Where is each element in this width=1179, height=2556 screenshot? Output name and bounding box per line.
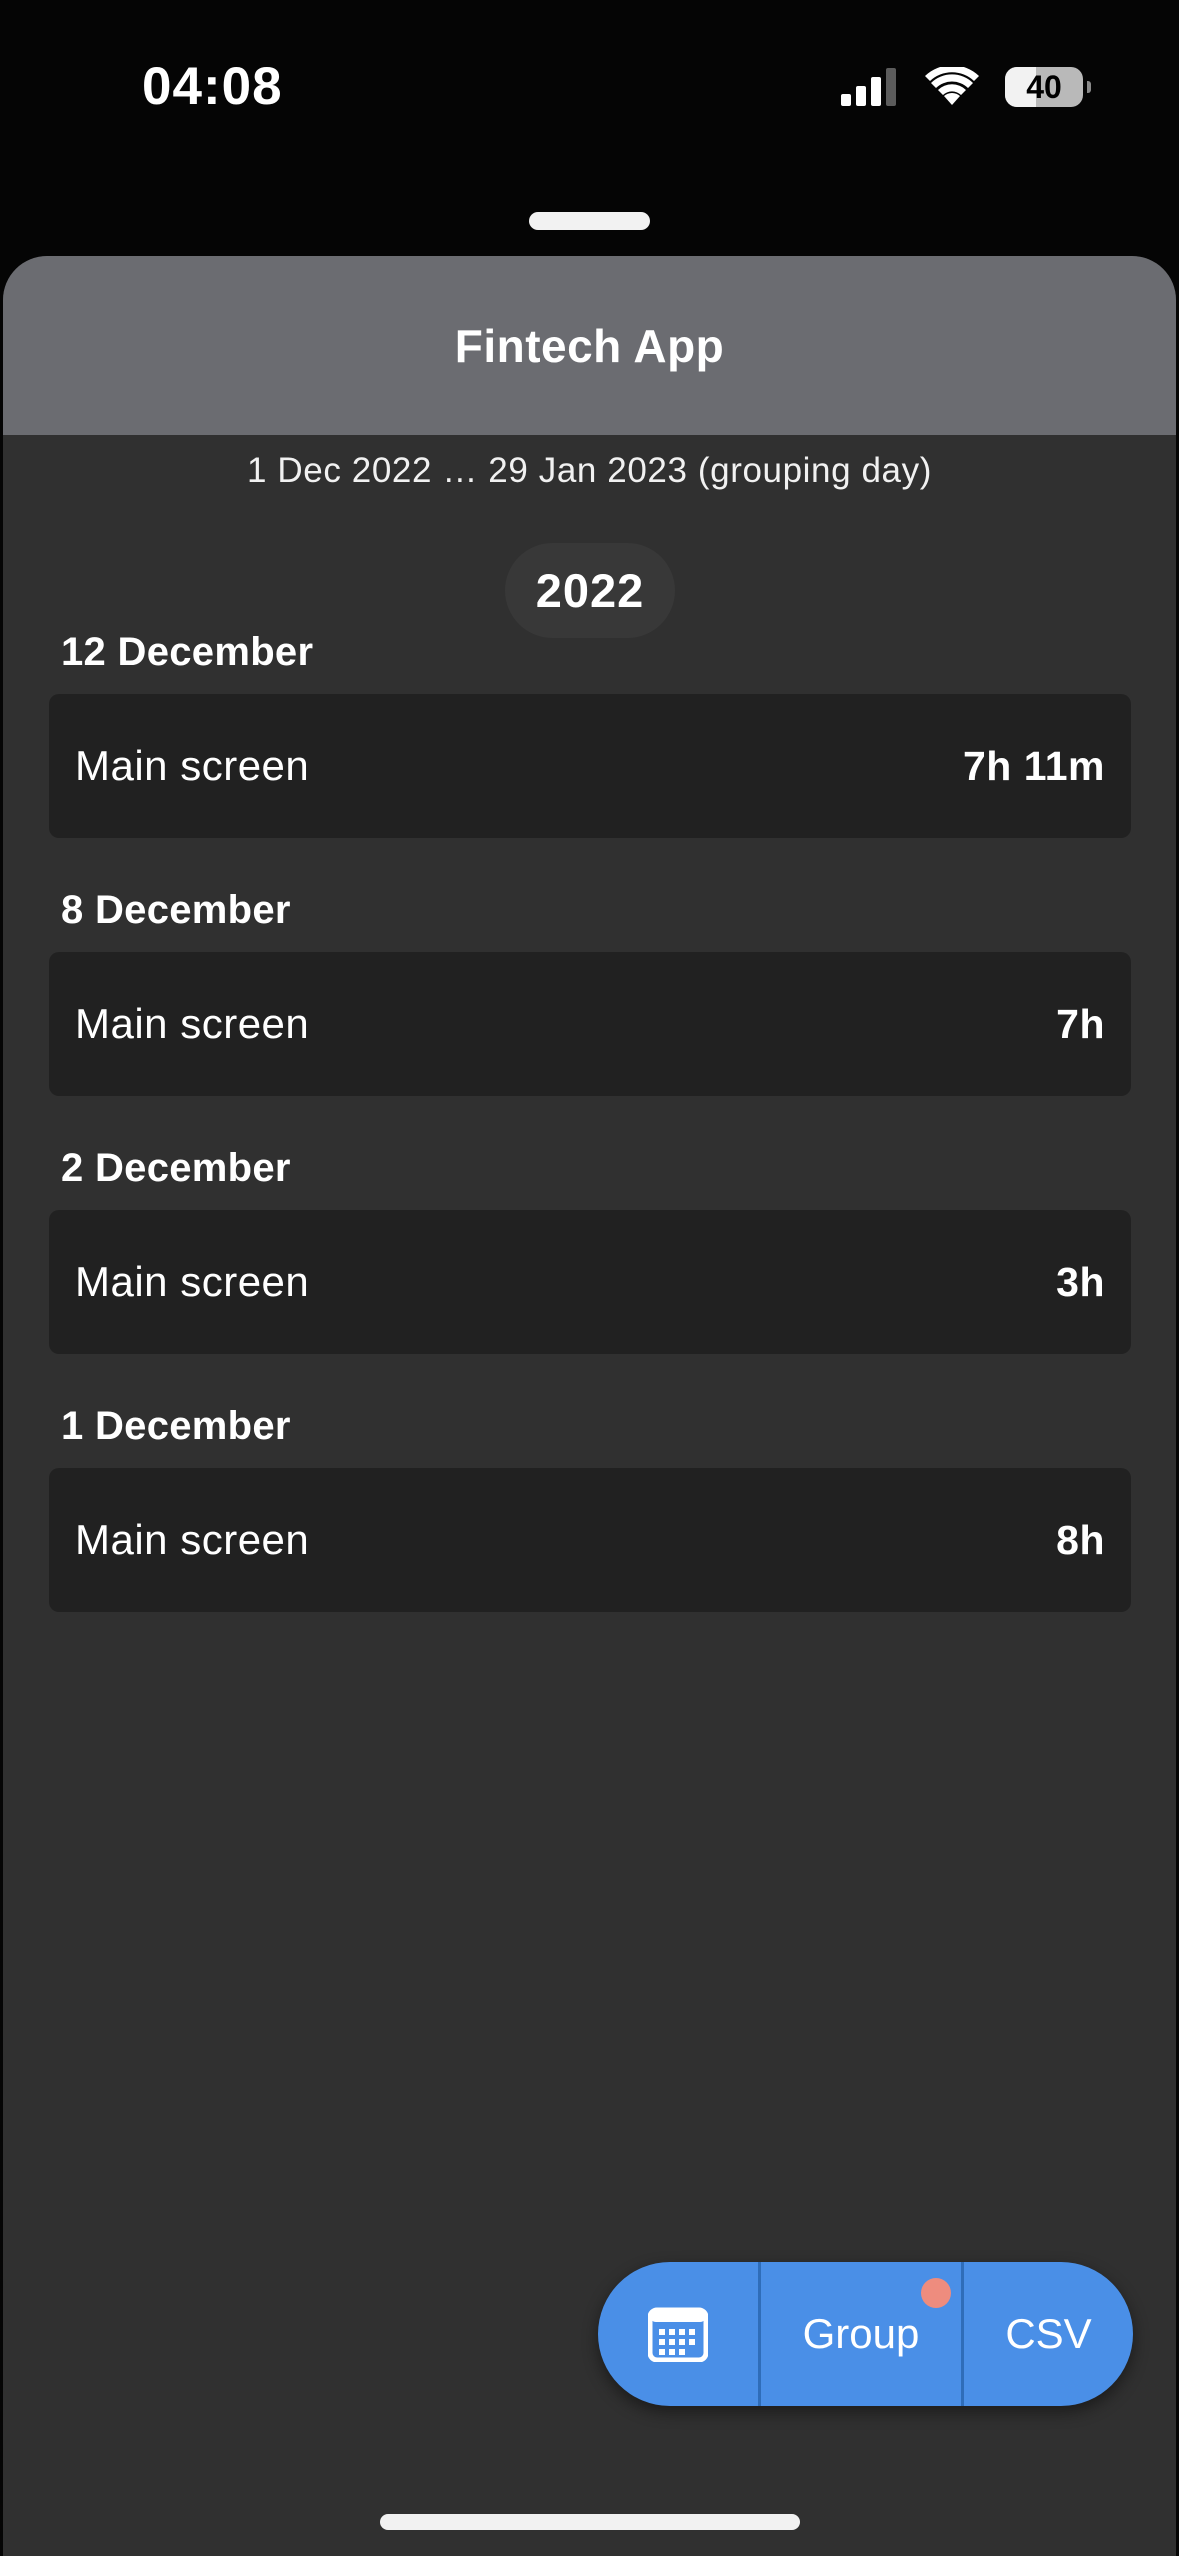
csv-button-label: CSV: [1005, 2310, 1092, 2357]
duration-value: 7h: [1056, 1000, 1105, 1047]
app-title: Fintech App: [454, 319, 725, 372]
group-button-label: Group: [802, 2310, 920, 2357]
csv-export-button[interactable]: CSV: [964, 2262, 1133, 2406]
status-icons: 40: [841, 64, 1091, 110]
app-bar: Fintech App: [3, 256, 1176, 435]
year-chip: 2022: [505, 543, 675, 638]
modal-sheet: Fintech App 1 Dec 2022 … 29 Jan 2023 (gr…: [3, 256, 1176, 2556]
notification-badge: [921, 2278, 951, 2308]
list-item[interactable]: Main screen 3h: [49, 1210, 1131, 1354]
calendar-icon: [648, 2307, 708, 2362]
screen-name: Main screen: [75, 1258, 310, 1305]
status-time: 04:08: [142, 57, 283, 116]
screen-name: Main screen: [75, 1516, 310, 1563]
day-group: 12 December Main screen 7h 11m: [3, 630, 1176, 888]
day-group: 1 December Main screen 8h: [3, 1404, 1176, 1662]
list-item[interactable]: Main screen 8h: [49, 1468, 1131, 1612]
calendar-button[interactable]: [598, 2262, 758, 2406]
day-header: 1 December: [61, 1404, 291, 1448]
screen-name: Main screen: [75, 742, 310, 789]
group-button[interactable]: Group: [758, 2262, 964, 2406]
list-item[interactable]: Main screen 7h: [49, 952, 1131, 1096]
duration-value: 7h 11m: [962, 742, 1105, 789]
battery-icon: 40: [1005, 67, 1091, 107]
list-item[interactable]: Main screen 7h 11m: [49, 694, 1131, 838]
date-range-filter[interactable]: 1 Dec 2022 … 29 Jan 2023 (grouping day): [3, 451, 1176, 491]
battery-level: 40: [1026, 68, 1062, 105]
day-group: 8 December Main screen 7h: [3, 888, 1176, 1146]
phone-screen: 04:08 40 Fintech App 1 Dec 2022 … 29 Jan…: [0, 0, 1179, 2556]
day-header: 12 December: [61, 630, 314, 674]
day-group: 2 December Main screen 3h: [3, 1146, 1176, 1404]
cellular-signal-icon: [841, 68, 896, 106]
duration-value: 3h: [1056, 1258, 1105, 1305]
wifi-icon: [925, 67, 979, 105]
action-button-group: Group CSV: [598, 2262, 1133, 2406]
duration-value: 8h: [1056, 1516, 1105, 1563]
day-header: 8 December: [61, 888, 291, 932]
home-indicator: [380, 2514, 800, 2530]
screen-name: Main screen: [75, 1000, 310, 1047]
day-header: 2 December: [61, 1146, 291, 1190]
sheet-drag-handle[interactable]: [529, 212, 650, 230]
day-groups-list: 12 December Main screen 7h 11m 8 Decembe…: [3, 630, 1176, 1662]
